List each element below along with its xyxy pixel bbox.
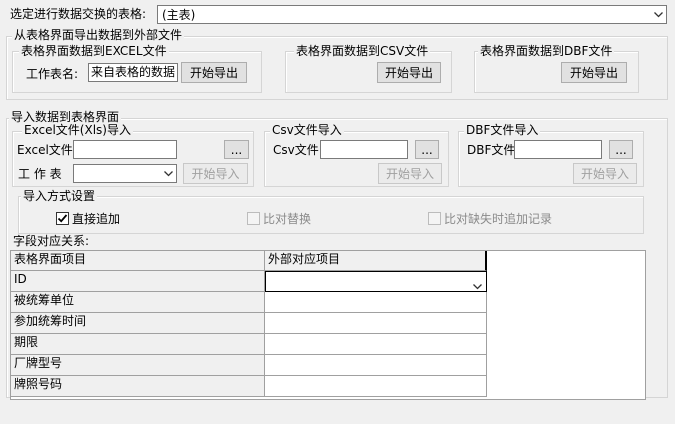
sheet-name-input[interactable]: 来自表格的数据 [88, 63, 178, 82]
excel-browse-button[interactable]: ... [224, 140, 249, 159]
grid-cell[interactable] [265, 334, 487, 355]
export-csv-button[interactable]: 开始导出 [377, 62, 441, 83]
export-group-title: 从表格界面导出数据到外部文件 [12, 28, 185, 42]
chevron-down-icon[interactable] [160, 165, 176, 182]
grid-header-field: 表格界面项目 [11, 251, 265, 271]
export-excel-title: 表格界面数据到EXCEL文件 [19, 44, 169, 58]
compare-replace-label: 比对替换 [263, 212, 312, 226]
table-row: ID [11, 271, 265, 292]
export-excel-button[interactable]: 开始导出 [181, 62, 247, 83]
grid-cell[interactable] [265, 313, 487, 334]
table-row: 参加统筹时间 [11, 313, 265, 334]
import-group-title: 导入数据到表格界面 [9, 110, 122, 124]
grid-cell[interactable] [265, 376, 487, 397]
chevron-down-icon[interactable] [650, 6, 666, 23]
sheet-name-label: 工作表名: [26, 67, 79, 81]
grid-header-external[interactable]: 外部对应项目 [265, 251, 487, 271]
table-select-dropdown[interactable]: (主表) [157, 5, 667, 24]
excel-file-label: Excel文件 [17, 143, 73, 157]
compare-append-checkbox[interactable] [428, 212, 441, 225]
import-csv-button[interactable]: 开始导入 [378, 163, 442, 184]
csv-browse-button[interactable]: ... [415, 140, 439, 159]
table-row: 厂牌型号 [11, 355, 265, 376]
dbf-browse-button[interactable]: ... [609, 140, 633, 159]
excel-sheet-dropdown[interactable] [73, 164, 177, 183]
check-icon [57, 214, 68, 223]
grid-cell-dropdown[interactable] [265, 271, 487, 292]
export-dbf-title: 表格界面数据到DBF文件 [478, 44, 615, 58]
csv-file-label: Csv文件 [273, 143, 319, 157]
import-dbf-button[interactable]: 开始导入 [573, 163, 637, 184]
grid-cell[interactable] [265, 355, 487, 376]
import-mode-title: 导入方式设置 [21, 189, 98, 203]
field-mapping-grid[interactable]: 表格界面项目 外部对应项目 ID 被统筹单位 参加统筹时间 期限 厂牌型号 牌照… [10, 250, 646, 400]
compare-append-label: 比对缺失时追加记录 [444, 212, 553, 226]
mapping-label: 字段对应关系: [13, 234, 90, 248]
chevron-down-icon[interactable] [473, 278, 482, 291]
import-dbf-title: DBF文件导入 [464, 123, 541, 137]
import-excel-title: Excel文件(Xls)导入 [22, 123, 133, 137]
excel-file-input[interactable] [73, 140, 177, 159]
csv-file-input[interactable] [320, 140, 408, 159]
table-select-label: 选定进行数据交换的表格: [10, 7, 147, 21]
grid-cell[interactable] [265, 292, 487, 313]
export-dbf-button[interactable]: 开始导出 [561, 62, 627, 83]
import-excel-button[interactable]: 开始导入 [183, 163, 248, 184]
dbf-file-label: DBF文件 [467, 143, 516, 157]
table-select-value: (主表) [162, 8, 196, 22]
append-checkbox[interactable] [56, 212, 69, 225]
excel-sheet-label: 工 作 表 [18, 167, 62, 181]
dbf-file-input[interactable] [514, 140, 602, 159]
table-row: 牌照号码 [11, 376, 265, 397]
compare-replace-checkbox[interactable] [247, 212, 260, 225]
import-csv-title: Csv文件导入 [270, 123, 344, 137]
table-row: 被统筹单位 [11, 292, 265, 313]
export-csv-title: 表格界面数据到CSV文件 [294, 44, 431, 58]
append-label: 直接追加 [72, 212, 121, 226]
table-row: 期限 [11, 334, 265, 355]
